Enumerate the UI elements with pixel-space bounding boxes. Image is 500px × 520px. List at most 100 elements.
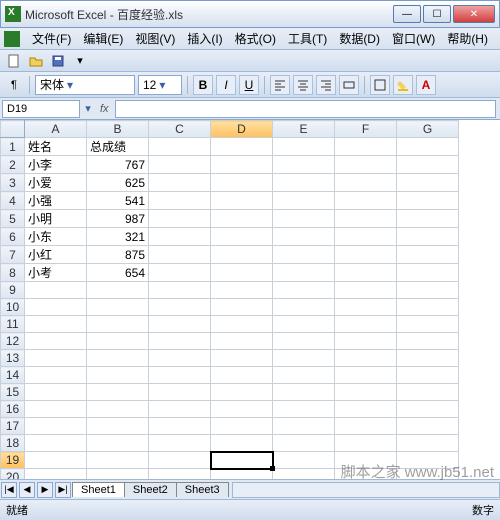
cell-D16[interactable] <box>211 401 273 418</box>
cell-A13[interactable] <box>25 350 87 367</box>
cell-F5[interactable] <box>335 210 397 228</box>
align-left-button[interactable] <box>270 75 290 95</box>
cell-C13[interactable] <box>149 350 211 367</box>
cell-F17[interactable] <box>335 418 397 435</box>
cell-E9[interactable] <box>273 282 335 299</box>
col-header-B[interactable]: B <box>87 121 149 138</box>
row-header-16[interactable]: 16 <box>1 401 25 418</box>
cell-G7[interactable] <box>397 246 459 264</box>
style-button[interactable]: ¶ <box>4 76 24 94</box>
cell-E2[interactable] <box>273 156 335 174</box>
cell-A16[interactable] <box>25 401 87 418</box>
cell-G13[interactable] <box>397 350 459 367</box>
cell-C14[interactable] <box>149 367 211 384</box>
cell-F13[interactable] <box>335 350 397 367</box>
row-header-11[interactable]: 11 <box>1 316 25 333</box>
cell-C5[interactable] <box>149 210 211 228</box>
cell-A15[interactable] <box>25 384 87 401</box>
cell-B3[interactable]: 625 <box>87 174 149 192</box>
cell-G9[interactable] <box>397 282 459 299</box>
chevron-down-icon[interactable]: ▾ <box>82 102 94 115</box>
cell-F20[interactable] <box>335 469 397 481</box>
formula-input[interactable] <box>115 100 496 118</box>
underline-button[interactable]: U <box>239 75 259 95</box>
cell-C15[interactable] <box>149 384 211 401</box>
cell-C10[interactable] <box>149 299 211 316</box>
menu-tools[interactable]: 工具(T) <box>282 28 333 49</box>
cell-B12[interactable] <box>87 333 149 350</box>
cell-C12[interactable] <box>149 333 211 350</box>
cell-G20[interactable] <box>397 469 459 481</box>
align-right-button[interactable] <box>316 75 336 95</box>
cell-G18[interactable] <box>397 435 459 452</box>
col-header-C[interactable]: C <box>149 121 211 138</box>
font-name-select[interactable]: 宋体▾ <box>35 75 135 95</box>
cell-C2[interactable] <box>149 156 211 174</box>
cell-C16[interactable] <box>149 401 211 418</box>
cell-E7[interactable] <box>273 246 335 264</box>
cell-E16[interactable] <box>273 401 335 418</box>
tab-nav-last[interactable]: ▶| <box>55 482 71 498</box>
cell-C7[interactable] <box>149 246 211 264</box>
cell-E10[interactable] <box>273 299 335 316</box>
cell-E1[interactable] <box>273 138 335 156</box>
cell-F7[interactable] <box>335 246 397 264</box>
cell-D8[interactable] <box>211 264 273 282</box>
cell-F8[interactable] <box>335 264 397 282</box>
cell-A7[interactable]: 小红 <box>25 246 87 264</box>
menu-insert[interactable]: 插入(I) <box>181 28 228 49</box>
cell-A11[interactable] <box>25 316 87 333</box>
cell-G12[interactable] <box>397 333 459 350</box>
open-button[interactable] <box>26 52 46 70</box>
menu-view[interactable]: 视图(V) <box>129 28 181 49</box>
cell-D15[interactable] <box>211 384 273 401</box>
cell-F18[interactable] <box>335 435 397 452</box>
cell-D9[interactable] <box>211 282 273 299</box>
cell-B11[interactable] <box>87 316 149 333</box>
cell-C20[interactable] <box>149 469 211 481</box>
cell-E19[interactable] <box>273 452 335 469</box>
cell-G5[interactable] <box>397 210 459 228</box>
cell-D10[interactable] <box>211 299 273 316</box>
row-header-13[interactable]: 13 <box>1 350 25 367</box>
cell-G11[interactable] <box>397 316 459 333</box>
cell-B13[interactable] <box>87 350 149 367</box>
cell-C9[interactable] <box>149 282 211 299</box>
cell-F12[interactable] <box>335 333 397 350</box>
cell-B10[interactable] <box>87 299 149 316</box>
row-header-1[interactable]: 1 <box>1 138 25 156</box>
tab-nav-prev[interactable]: ◀ <box>19 482 35 498</box>
font-color-button[interactable]: A <box>416 75 436 95</box>
minimize-button[interactable]: — <box>393 5 421 23</box>
name-box[interactable]: D19 <box>2 100 80 118</box>
cell-G4[interactable] <box>397 192 459 210</box>
cell-D19[interactable] <box>211 452 273 469</box>
cell-G3[interactable] <box>397 174 459 192</box>
cell-A6[interactable]: 小东 <box>25 228 87 246</box>
cell-D17[interactable] <box>211 418 273 435</box>
cell-F9[interactable] <box>335 282 397 299</box>
cell-D13[interactable] <box>211 350 273 367</box>
merge-button[interactable] <box>339 75 359 95</box>
cell-B1[interactable]: 总成绩 <box>87 138 149 156</box>
cell-D7[interactable] <box>211 246 273 264</box>
sheet-tab-2[interactable]: Sheet2 <box>124 482 177 497</box>
align-center-button[interactable] <box>293 75 313 95</box>
save-button[interactable] <box>48 52 68 70</box>
cell-D4[interactable] <box>211 192 273 210</box>
border-button[interactable] <box>370 75 390 95</box>
cell-B7[interactable]: 875 <box>87 246 149 264</box>
row-header-7[interactable]: 7 <box>1 246 25 264</box>
cell-C6[interactable] <box>149 228 211 246</box>
cell-F4[interactable] <box>335 192 397 210</box>
menu-window[interactable]: 窗口(W) <box>386 28 441 49</box>
cell-B9[interactable] <box>87 282 149 299</box>
cell-A12[interactable] <box>25 333 87 350</box>
cell-B20[interactable] <box>87 469 149 481</box>
cell-F6[interactable] <box>335 228 397 246</box>
row-header-14[interactable]: 14 <box>1 367 25 384</box>
cell-G8[interactable] <box>397 264 459 282</box>
select-all-corner[interactable] <box>1 121 25 138</box>
cell-E20[interactable] <box>273 469 335 481</box>
row-header-15[interactable]: 15 <box>1 384 25 401</box>
